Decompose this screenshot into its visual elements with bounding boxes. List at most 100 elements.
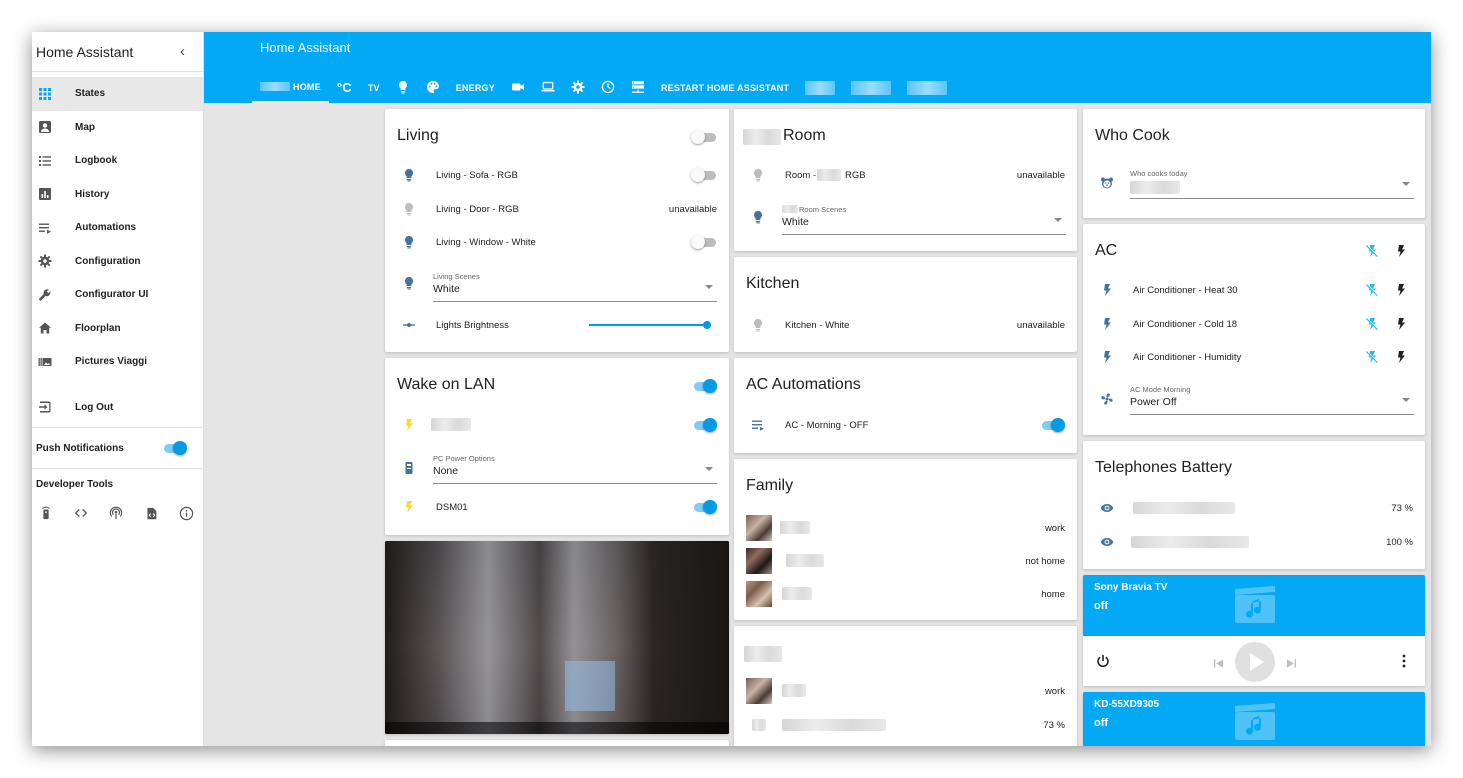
camera-card[interactable] (385, 541, 729, 734)
tab-energy[interactable]: ENERGY (448, 72, 503, 103)
brightness-slider-handle[interactable] (703, 321, 711, 329)
living-sofa-toggle[interactable] (691, 168, 717, 182)
tab-clock[interactable] (593, 72, 623, 103)
room-scenes-select[interactable]: Room Scenes White (782, 205, 1066, 235)
sidebar-item-automations[interactable]: Automations (32, 211, 203, 245)
avatar (746, 515, 772, 541)
sidebar-item-states[interactable]: States (32, 77, 203, 111)
push-notifications-toggle[interactable] (161, 441, 187, 455)
room-light-row[interactable]: Room - RGB unavailable (734, 165, 1077, 185)
flash-icon[interactable] (1394, 244, 1410, 260)
code-icon[interactable] (73, 505, 89, 521)
tab-hidden-1[interactable] (797, 72, 843, 103)
tab-home[interactable]: HOME (252, 72, 329, 103)
developer-tools (32, 505, 203, 521)
sidebar-item-log-out[interactable]: Log Out (32, 391, 203, 425)
living-door-row[interactable]: Living - Door - RGB unavailable (385, 199, 729, 219)
tab-hidden-3[interactable] (899, 72, 955, 103)
tab-palette[interactable] (418, 72, 448, 103)
dsm01-toggle[interactable] (691, 500, 717, 514)
ac-morning-row[interactable]: AC - Morning - OFF (734, 415, 1077, 435)
living-sofa-row[interactable]: Living - Sofa - RGB (385, 165, 729, 185)
info-icon[interactable] (178, 505, 194, 521)
living-window-row[interactable]: Living - Window - White (385, 232, 729, 252)
sidebar-item-label: Pictures Viaggi (75, 356, 148, 368)
tab-hidden-2[interactable] (843, 72, 899, 103)
flash-icon[interactable] (1394, 283, 1408, 300)
living-scenes-select[interactable]: Living Scenes White (433, 272, 717, 302)
flash-icon[interactable] (1394, 317, 1408, 334)
who-cook-select[interactable]: Who cooks today (1130, 169, 1414, 199)
flash-icon (1099, 282, 1115, 298)
redacted-name (744, 646, 782, 662)
avatar (746, 548, 772, 574)
sidebar-title: Home Assistant (36, 43, 134, 60)
media-state: off (1094, 600, 1109, 612)
exit-icon (38, 400, 52, 414)
flash-icon[interactable] (1394, 350, 1408, 367)
sidebar-item-map[interactable]: Map (32, 111, 203, 145)
app-header: Home Assistant HOME °C TV ENERGY RESTART… (204, 32, 1431, 103)
kitchen-light-row[interactable]: Kitchen - White unavailable (734, 315, 1077, 335)
brightness-slider-track[interactable] (589, 324, 707, 326)
battery-row[interactable]: 73 % (1083, 498, 1425, 518)
sidebar-item-floorplan[interactable]: Floorplan (32, 312, 203, 346)
room-title: Room (783, 127, 826, 144)
sidebar-item-logbook[interactable]: Logbook (32, 144, 203, 178)
ac-morning-toggle[interactable] (1039, 418, 1065, 432)
tab-server[interactable] (623, 72, 653, 103)
battery-row[interactable]: 100 % (1083, 532, 1425, 552)
sidebar-item-configurator-ui[interactable]: Configurator UI (32, 278, 203, 312)
tab-tv[interactable]: TV (360, 72, 388, 103)
dsm01-row[interactable]: DSM01 (385, 497, 729, 517)
family-member-row[interactable]: work (734, 515, 1077, 541)
power-icon[interactable] (1096, 654, 1110, 673)
flash-off-icon[interactable] (1365, 244, 1381, 260)
ac-humidity-label: Air Conditioner - Humidity (1133, 351, 1242, 363)
remote-icon[interactable] (38, 505, 54, 521)
tab-video[interactable] (503, 72, 533, 103)
sidebar-item-configuration[interactable]: Configuration (32, 245, 203, 279)
partial-card (385, 740, 729, 746)
file-code-icon[interactable] (143, 505, 159, 521)
ac-morning-label: AC - Morning - OFF (785, 419, 869, 431)
tab-restart-home-assistant[interactable]: RESTART HOME ASSISTANT (653, 72, 797, 103)
room-scenes-label: Room Scenes (799, 205, 847, 214)
flash-off-icon[interactable] (1365, 350, 1379, 367)
wol-master-toggle[interactable] (691, 379, 717, 393)
redacted-name (782, 719, 886, 731)
flash-off-icon[interactable] (1365, 283, 1379, 300)
skip-next-icon[interactable] (1286, 656, 1297, 674)
media-header: Sony Bravia TV off (1083, 575, 1425, 636)
flash-off-icon[interactable] (1365, 317, 1379, 334)
living-sofa-label: Living - Sofa - RGB (436, 169, 518, 181)
living-door-label: Living - Door - RGB (436, 203, 519, 215)
group-battery-row[interactable]: 73 % (734, 715, 1077, 735)
tab-laptop[interactable] (533, 72, 563, 103)
podcast-icon[interactable] (108, 505, 124, 521)
sidebar-item-history[interactable]: History (32, 178, 203, 212)
family-member-row[interactable]: not home (734, 548, 1077, 574)
redacted-icon (752, 719, 766, 731)
chevron-left-icon[interactable]: ‹ (180, 43, 185, 60)
ac-mode-select[interactable]: AC Mode Morning Power Off (1130, 385, 1414, 415)
living-window-toggle[interactable] (691, 235, 717, 249)
family-member-row[interactable]: home (734, 581, 1077, 607)
sidebar-item-pictures-viaggi[interactable]: Pictures Viaggi (32, 345, 203, 379)
group-member-row[interactable]: work (734, 678, 1077, 704)
living-master-toggle[interactable] (691, 130, 717, 144)
more-vertical-icon[interactable] (1401, 654, 1407, 673)
pc-power-options-select[interactable]: PC Power Options None (433, 454, 717, 484)
tab-lightbulb[interactable] (388, 72, 418, 103)
tab-settings[interactable] (563, 72, 593, 103)
tab-celsius[interactable]: °C (329, 72, 360, 103)
lightbulb-icon (750, 317, 766, 333)
wol-pc-toggle[interactable] (691, 418, 717, 432)
wol-pc-row[interactable] (385, 415, 729, 435)
play-button[interactable] (1235, 642, 1275, 682)
redacted-name (782, 684, 806, 697)
redacted-name (782, 205, 798, 213)
camera-image (385, 541, 729, 734)
skip-previous-icon[interactable] (1213, 656, 1224, 674)
family-member-state: home (1041, 588, 1065, 600)
